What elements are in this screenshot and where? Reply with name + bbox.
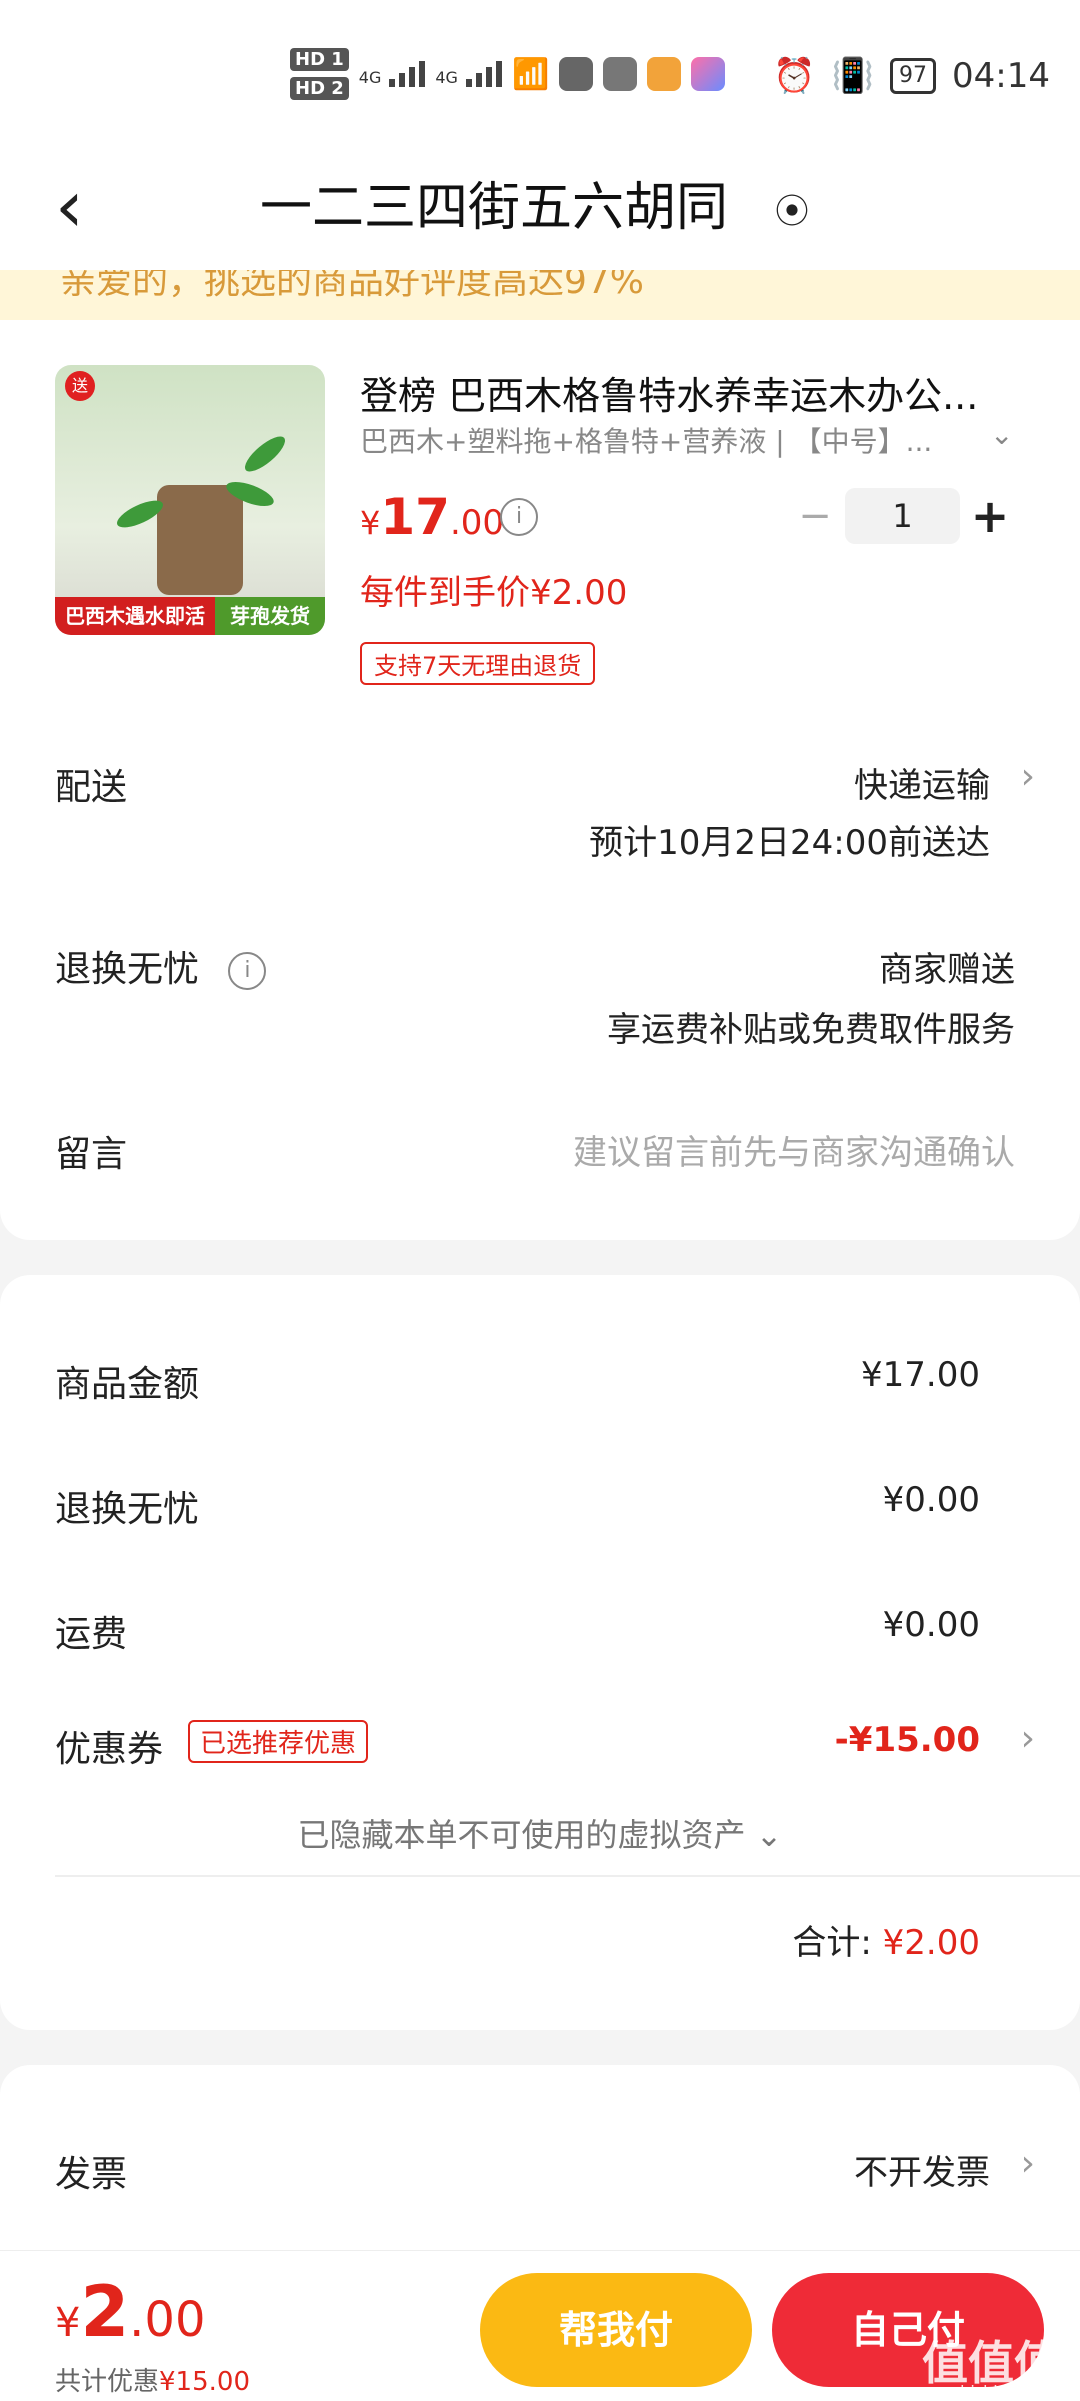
chevron-right-icon[interactable]: › [1021, 1718, 1035, 1759]
watermark-url: zhizhizhi.com [951, 2382, 1060, 2401]
divider [55, 1875, 1080, 1877]
hd2-badge: HD 2 [290, 77, 349, 100]
total-saved: 共计优惠¥15.00 [55, 2367, 250, 2397]
return-service-value: 商家赠送 [879, 950, 1015, 990]
notice-banner: 亲爱的，挑选的商品好评度高达97% [0, 270, 1080, 320]
shipping-label: 运费 [55, 1614, 128, 1655]
return-service-desc: 享运费补贴或免费取件服务 [607, 1010, 1015, 1050]
product-price: ¥17.00 [360, 488, 505, 546]
price-summary-card: 商品金额 ¥17.00 退换无忧 ¥0.00 运费 ¥0.00 优惠券 已选推荐… [0, 1275, 1080, 2030]
coupon-tag: 已选推荐优惠 [188, 1720, 369, 1763]
deal-price: 每件到手价¥2.00 [360, 573, 628, 613]
coupon-label: 优惠券 [55, 1729, 164, 1770]
status-right-icons: ⏰ 📳 97 04:14 [773, 56, 1050, 96]
order-total: 合计: ¥2.00 [792, 1923, 980, 1963]
return-fee-amount: ¥0.00 [882, 1480, 980, 1520]
signal-2-icon: 4G [435, 61, 502, 87]
app-notification-icon [559, 57, 594, 91]
goods-amount-label: 商品金额 [55, 1364, 200, 1405]
product-spec[interactable]: 巴西木+塑料拖+格鲁特+营养液 | 【中号】... [360, 420, 960, 460]
help-me-pay-button[interactable]: 帮我付 [480, 2273, 752, 2387]
product-image[interactable]: 送 巴西木遇水即活 芽孢发货 [55, 365, 325, 635]
header: ‹ 一二三四街五六胡同 ⦿ [0, 150, 1080, 270]
delivery-method[interactable]: 快递运输 [854, 758, 990, 807]
chevron-down-icon[interactable]: ⌄ [990, 418, 1013, 451]
alarm-icon: ⏰ [773, 56, 816, 96]
app-notification-icon [647, 57, 682, 91]
product-title[interactable]: 登榜 巴西木格鲁特水养幸运木办公... [360, 365, 1000, 420]
battery-icon: 97 [890, 58, 937, 94]
chevron-right-icon[interactable]: › [1021, 756, 1035, 797]
return-fee-label: 退换无忧 [55, 1489, 200, 1530]
bottom-total-price: ¥2.00 [55, 2271, 206, 2353]
bottom-pay-bar: ¥2.00 共计优惠¥15.00 帮我付 自己付 值值值 zhizhizhi.c… [0, 2250, 1080, 2401]
delivery-eta: 预计10月2日24:00前送达 [589, 823, 990, 863]
page-title[interactable]: 一二三四街五六胡同 [260, 168, 728, 248]
quantity-input[interactable]: 1 [845, 488, 960, 544]
return-policy-tag: 支持7天无理由退货 [360, 642, 596, 685]
vibrate-icon: 📳 [831, 56, 875, 96]
app-notification-icon [603, 57, 638, 91]
back-arrow-icon[interactable]: ‹ [55, 170, 84, 242]
shipping-amount: ¥0.00 [882, 1605, 980, 1645]
image-band: 巴西木遇水即活 芽孢发货 [55, 597, 325, 635]
gift-badge: 送 [65, 371, 95, 401]
hd-indicators: HD 1 HD 2 [290, 48, 349, 100]
wifi-icon: 📶 [511, 56, 550, 92]
plant-leaf [240, 431, 290, 477]
return-service-label: 退换无忧 i [55, 940, 267, 992]
quantity-stepper: − 1 + [785, 488, 1020, 544]
hd1-badge: HD 1 [290, 48, 349, 71]
price-info-icon[interactable]: i [500, 498, 538, 536]
chevron-right-icon[interactable]: › [1021, 2143, 1035, 2184]
status-left-icons: HD 1 HD 2 4G 4G 📶 [290, 48, 726, 100]
info-icon[interactable]: i [228, 952, 267, 990]
increase-quantity-button[interactable]: + [960, 489, 1020, 543]
image-band-left: 巴西木遇水即活 [55, 597, 215, 635]
goods-amount: ¥17.00 [861, 1355, 980, 1395]
hidden-assets-toggle[interactable]: 已隐藏本单不可使用的虚拟资产 ⌄ [0, 1810, 1080, 1856]
plant-trunk [157, 485, 243, 595]
clock: 04:14 [952, 56, 1050, 96]
signal-1-icon: 4G [359, 61, 426, 87]
notice-text: 亲爱的，挑选的商品好评度高达97% [60, 270, 645, 302]
image-band-right: 芽孢发货 [215, 597, 325, 635]
message-input[interactable]: 建议留言前先与商家沟通确认 [573, 1125, 1015, 1174]
coupon-amount[interactable]: -¥15.00 [835, 1720, 980, 1760]
location-pin-icon[interactable]: ⦿ [775, 184, 809, 233]
status-bar: HD 1 HD 2 4G 4G 📶 ⏰ 📳 97 04:14 [0, 0, 1080, 150]
invoice-label: 发票 [55, 2154, 128, 2195]
decrease-quantity-button[interactable]: − [785, 493, 845, 539]
message-label: 留言 [55, 1134, 128, 1175]
delivery-label: 配送 [55, 767, 128, 808]
product-card: 送 巴西木遇水即活 芽孢发货 登榜 巴西木格鲁特水养幸运木办公... 巴西木+塑… [0, 320, 1080, 1240]
invoice-value[interactable]: 不开发票 [854, 2145, 990, 2194]
app-notification-icon [691, 57, 726, 91]
